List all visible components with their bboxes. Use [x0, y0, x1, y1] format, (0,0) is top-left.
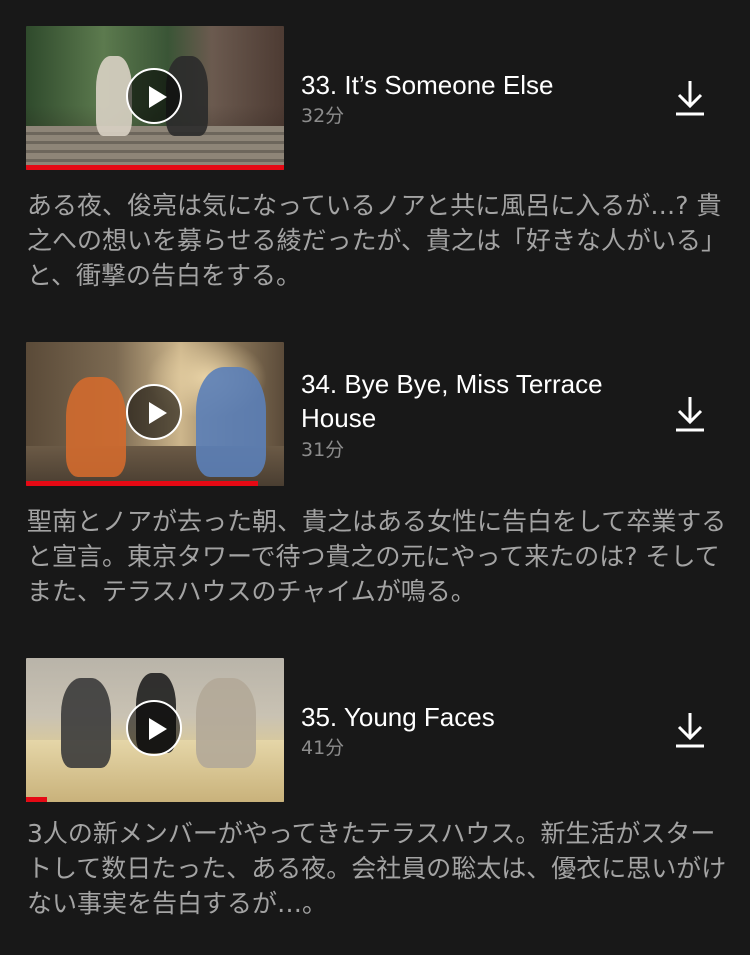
episode-synopsis: 3人の新メンバーがやってきたテラスハウス。新生活がスタートして数日たった、ある夜… [27, 819, 727, 918]
play-icon[interactable] [126, 384, 182, 440]
play-icon[interactable] [126, 68, 182, 124]
download-icon-graphic [676, 397, 704, 432]
episode-duration: 32分 [301, 105, 345, 127]
thumbnail-figure [66, 377, 126, 477]
episode-synopsis: ある夜、俊亮は気になっているノアと共に風呂に入るが…? 貴之への想いを募らせる綾… [27, 191, 727, 290]
episode-title: 35. Young Faces [301, 702, 495, 732]
episode-thumbnail[interactable] [26, 26, 284, 170]
thumbnail-figure [196, 367, 266, 477]
thumbnail-figure [196, 678, 256, 768]
play-icon[interactable] [126, 700, 182, 756]
episode-title: 34. Bye Bye, Miss Terrace House [301, 369, 603, 433]
episode-thumbnail[interactable] [26, 342, 284, 486]
episode-thumbnail[interactable] [26, 658, 284, 802]
download-icon-graphic [676, 713, 704, 748]
watch-progress-bar [26, 797, 47, 802]
watch-progress-bar [26, 165, 284, 170]
episode-duration: 41分 [301, 737, 345, 759]
download-icon[interactable] [672, 710, 708, 750]
download-icon[interactable] [672, 394, 708, 434]
watch-progress-bar [26, 481, 259, 486]
download-icon-graphic [676, 81, 704, 116]
thumbnail-figure [61, 678, 111, 768]
episode-synopsis: 聖南とノアが去った朝、貴之はある女性に告白をして卒業すると宣言。東京タワーで待つ… [27, 507, 727, 606]
download-icon[interactable] [672, 78, 708, 118]
episode-title: 33. It’s Someone Else [301, 70, 554, 100]
episode-duration: 31分 [301, 439, 345, 461]
